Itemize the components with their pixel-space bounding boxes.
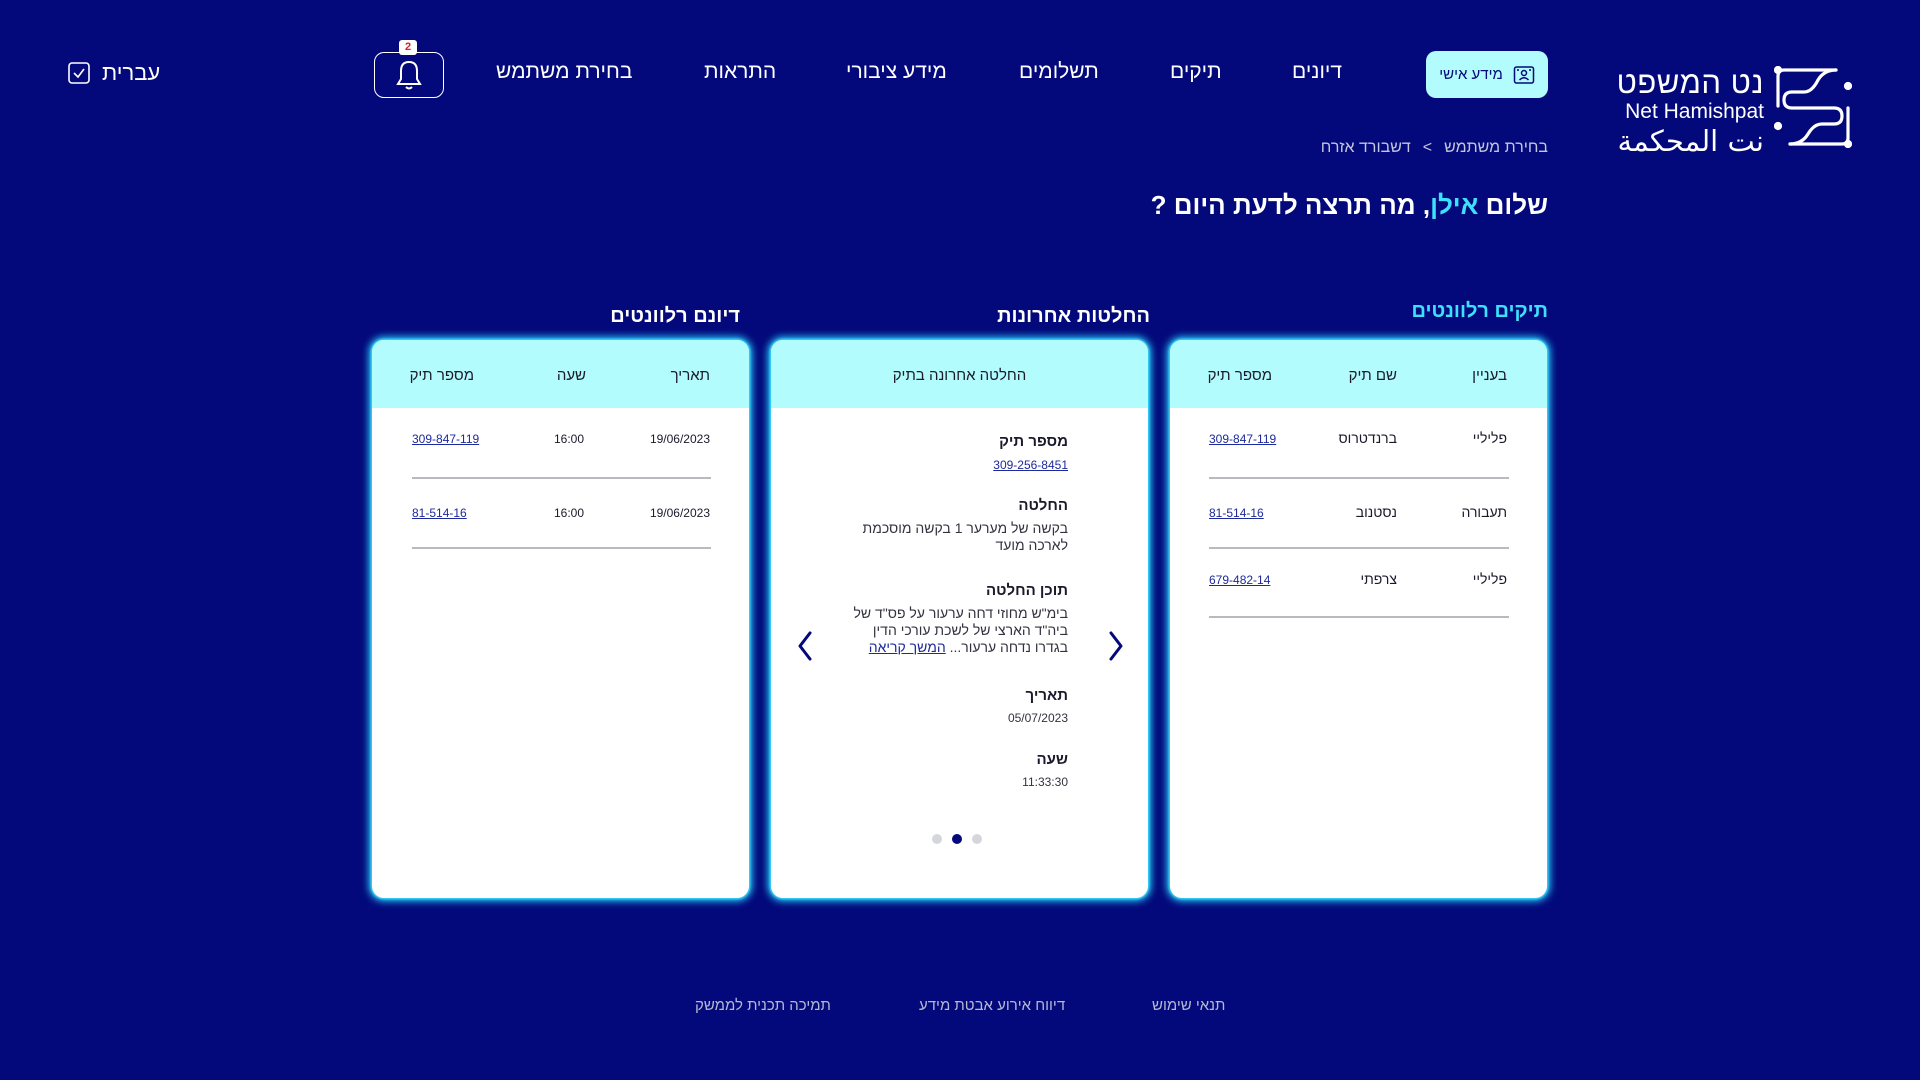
case-number-label: מספר תיק bbox=[999, 433, 1068, 450]
notifications-button[interactable]: 2 bbox=[374, 40, 444, 98]
case-number-link[interactable]: 679-482-14 bbox=[1209, 573, 1270, 587]
logo[interactable]: נט המשפט Net Hamishpat نت المحكمة bbox=[1617, 66, 1852, 158]
decisions-section-title: החלטות אחרונות bbox=[997, 305, 1150, 327]
cell-matter: פליליי bbox=[1472, 571, 1507, 587]
language-label: עברית bbox=[102, 60, 161, 85]
cell-matter: פליליי bbox=[1472, 430, 1507, 446]
decision-content-line: ביה"ד הארצי של לשכת עורכי הדין bbox=[872, 622, 1068, 638]
row-divider bbox=[1209, 547, 1509, 549]
column-header-date: תאריך bbox=[670, 367, 710, 384]
column-header-case-number: מספר תיק bbox=[1207, 367, 1272, 384]
carousel-dot-active[interactable] bbox=[952, 834, 962, 844]
footer-link-api-support[interactable]: תמיכה תכנית לממשק bbox=[695, 997, 831, 1014]
decision-text-line: בקשה של מערער 1 בקשה מוסכמת bbox=[862, 520, 1068, 536]
carousel-prev-arrow-icon[interactable] bbox=[793, 628, 817, 664]
cell-time: 16:00 bbox=[553, 432, 584, 446]
decision-summary: החלטה בקשה של מערער 1 בקשה מוסכמת לארכה … bbox=[863, 497, 1068, 554]
cases-card: בעניין שם תיק מספר תיק פליליי ברנדטרוס 3… bbox=[1170, 340, 1547, 898]
personal-info-label: מידע אישי bbox=[1439, 66, 1503, 83]
decision-content-line: בימ"ש מחוזי דחה ערעור על פס"ד של bbox=[853, 605, 1068, 621]
hearings-section-title: דיונם רלוונטים bbox=[610, 305, 740, 327]
decision-text-line: לארכה מועד bbox=[995, 537, 1068, 553]
breadcrumb-item-user-selection[interactable]: בחירת משתמש bbox=[1444, 139, 1548, 156]
case-number-link[interactable]: 309-256-8451 bbox=[993, 458, 1068, 472]
hearings-card: תאריך שעה מספר תיק 19/06/2023 16:00 309-… bbox=[372, 340, 749, 898]
breadcrumb: בחירת משתמש > דשבורד אזרח bbox=[1321, 139, 1548, 157]
footer-link-security-report[interactable]: דיווח אירוע אבטת מידע bbox=[919, 997, 1065, 1014]
cell-date: 19/06/2023 bbox=[649, 506, 710, 520]
cases-table-header: בעניין שם תיק מספר תיק bbox=[1170, 340, 1547, 408]
greeting-user-name: אילן bbox=[1430, 190, 1479, 220]
decision-content-label: תוכן החלטה bbox=[986, 582, 1068, 599]
greeting-question: , מה תרצה לדעת היום ? bbox=[1150, 190, 1431, 220]
personal-info-button[interactable]: מידע אישי bbox=[1426, 51, 1548, 98]
footer-link-terms[interactable]: תנאי שימוש bbox=[1152, 997, 1225, 1014]
hearings-table-header: תאריך שעה מספר תיק bbox=[372, 340, 749, 408]
nav-hearings[interactable]: דיונים bbox=[1292, 60, 1342, 84]
logo-name-arabic: نت المحكمة bbox=[1617, 124, 1764, 158]
carousel-dot[interactable] bbox=[972, 834, 982, 844]
decision-content-line: בגדרו נדחה ערעור... bbox=[949, 639, 1068, 655]
case-number-link[interactable]: 81-514-16 bbox=[412, 506, 467, 520]
greeting-hello: שלום bbox=[1485, 190, 1548, 220]
logo-name-hebrew: נט המשפט bbox=[1616, 65, 1764, 100]
case-number-link[interactable]: 309-847-119 bbox=[412, 432, 479, 446]
case-number-link[interactable]: 309-847-119 bbox=[1209, 432, 1276, 446]
column-header-matter: בעניין bbox=[1472, 367, 1507, 384]
logo-text: נט המשפט Net Hamishpat نت المحكمة bbox=[1616, 65, 1764, 159]
time-label: שעה bbox=[1036, 751, 1069, 768]
column-header-time: שעה bbox=[556, 367, 586, 384]
notification-count-badge: 2 bbox=[399, 40, 417, 55]
decision-time: שעה 11:33:30 bbox=[1022, 751, 1068, 791]
time-value: 11:33:30 bbox=[1022, 775, 1068, 789]
decisions-card-header: החלטה אחרונה בתיק bbox=[771, 340, 1148, 408]
decisions-card: החלטה אחרונה בתיק מספר תיק 309-256-8451 … bbox=[771, 340, 1148, 898]
breadcrumb-item-citizen-dashboard: דשבורד אזרח bbox=[1320, 139, 1411, 156]
carousel-pagination bbox=[932, 834, 982, 844]
row-divider bbox=[1209, 477, 1509, 479]
cell-case-name: צרפתי bbox=[1360, 571, 1397, 587]
row-divider bbox=[412, 547, 711, 549]
date-label: תאריך bbox=[1025, 687, 1068, 704]
personal-info-icon bbox=[1513, 65, 1535, 84]
decision-case-number: מספר תיק 309-256-8451 bbox=[993, 433, 1068, 474]
language-icon bbox=[68, 62, 90, 84]
nav-notifications[interactable]: התראות bbox=[704, 60, 776, 84]
column-header-case-name: שם תיק bbox=[1348, 367, 1397, 384]
cell-date: 19/06/2023 bbox=[649, 432, 710, 446]
read-more-link[interactable]: המשך קריאה bbox=[869, 639, 946, 655]
page-greeting: שלום אילן, מה תרצה לדעת היום ? bbox=[1151, 190, 1548, 221]
column-header-case-number: מספר תיק bbox=[409, 367, 474, 384]
logo-mark-icon bbox=[1774, 66, 1852, 148]
case-number-link[interactable]: 81-514-16 bbox=[1209, 506, 1264, 520]
bell-icon bbox=[396, 60, 422, 90]
cell-matter: תעבורה bbox=[1461, 504, 1508, 520]
carousel-next-arrow-icon[interactable] bbox=[1104, 628, 1128, 664]
nav-user-selection[interactable]: בחירת משתמש bbox=[496, 60, 632, 84]
cell-time: 16:00 bbox=[553, 506, 584, 520]
row-divider bbox=[1209, 616, 1509, 618]
language-selector[interactable]: עברית bbox=[68, 60, 160, 86]
cell-case-name: ברנדטרוס bbox=[1338, 430, 1398, 446]
cases-section-title: תיקים רלוונטים bbox=[1411, 300, 1548, 322]
decisions-header-label: החלטה אחרונה בתיק bbox=[892, 367, 1027, 384]
cell-case-name: נסטנוב bbox=[1355, 504, 1397, 520]
nav-cases[interactable]: תיקים bbox=[1170, 60, 1222, 84]
row-divider bbox=[412, 477, 711, 479]
decision-label: החלטה bbox=[1018, 497, 1068, 514]
logo-name-english: Net Hamishpat bbox=[1625, 100, 1764, 123]
date-value: 05/07/2023 bbox=[1007, 711, 1068, 725]
decision-content: תוכן החלטה בימ"ש מחוזי דחה ערעור על פס"ד… bbox=[854, 582, 1068, 656]
decision-date: תאריך 05/07/2023 bbox=[1008, 687, 1068, 727]
nav-payments[interactable]: תשלומים bbox=[1019, 60, 1099, 84]
breadcrumb-separator: > bbox=[1422, 139, 1433, 156]
nav-public-info[interactable]: מידע ציבורי bbox=[846, 60, 947, 84]
carousel-dot[interactable] bbox=[932, 834, 942, 844]
